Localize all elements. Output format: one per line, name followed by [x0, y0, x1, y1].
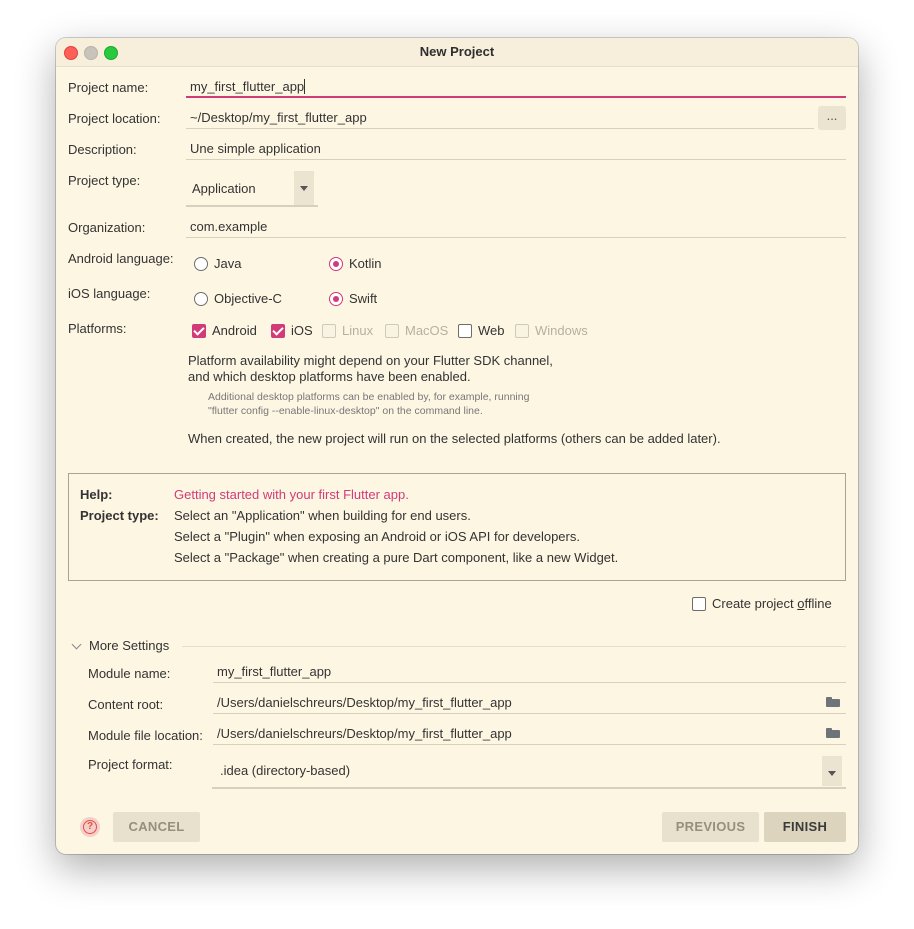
- radio-objective-c[interactable]: [194, 292, 208, 306]
- dropdown-arrow-icon[interactable]: [294, 171, 314, 205]
- description-input[interactable]: Une simple application: [186, 138, 846, 160]
- checkbox-web-label: Web: [478, 323, 505, 338]
- project-format-select[interactable]: .idea (directory-based): [212, 753, 846, 789]
- project-name-value: my_first_flutter_app: [190, 79, 305, 94]
- help-panel: Help: Getting started with your first Fl…: [68, 473, 846, 581]
- platforms-label: Platforms:: [68, 321, 127, 336]
- checkbox-windows-label: Windows: [535, 323, 588, 338]
- checkbox-linux: [322, 324, 336, 338]
- cancel-button[interactable]: CANCEL: [113, 812, 200, 842]
- checkbox-android[interactable]: [192, 324, 206, 338]
- android-language-label: Android language:: [68, 251, 174, 266]
- help-project-type-label: Project type:: [80, 508, 159, 523]
- more-settings-toggle[interactable]: More Settings: [89, 638, 169, 653]
- radio-kotlin-label: Kotlin: [349, 256, 382, 271]
- help-getting-started-link[interactable]: Getting started with your first Flutter …: [174, 487, 409, 502]
- more-settings-divider: [182, 646, 846, 647]
- platform-note-line2: and which desktop platforms have been en…: [188, 369, 471, 384]
- radio-swift[interactable]: [329, 292, 343, 306]
- create-offline-checkbox[interactable]: [692, 597, 706, 611]
- chevron-down-icon[interactable]: [71, 639, 82, 650]
- module-file-location-input[interactable]: /Users/danielschreurs/Desktop/my_first_f…: [213, 723, 846, 745]
- radio-java-label: Java: [214, 256, 242, 271]
- folder-icon[interactable]: [826, 697, 840, 707]
- project-format-label: Project format:: [88, 757, 173, 772]
- checkbox-ios-label: iOS: [291, 323, 313, 338]
- help-line-package: Select a "Package" when creating a pure …: [174, 550, 619, 565]
- help-label: Help:: [80, 487, 113, 502]
- module-name-input[interactable]: my_first_flutter_app: [213, 661, 846, 683]
- radio-objective-c-label: Objective-C: [214, 291, 282, 306]
- platform-small-note-line2: "flutter config --enable-linux-desktop" …: [208, 405, 483, 417]
- content-root-input[interactable]: /Users/danielschreurs/Desktop/my_first_f…: [213, 692, 846, 714]
- checkbox-android-label: Android: [212, 323, 257, 338]
- title-bar: New Project: [56, 38, 858, 67]
- project-name-label: Project name:: [68, 80, 149, 95]
- help-line-application: Select an "Application" when building fo…: [174, 508, 471, 523]
- project-type-select[interactable]: Application: [186, 171, 318, 207]
- checkbox-macos-label: MacOS: [405, 323, 449, 338]
- project-location-input[interactable]: ~/Desktop/my_first_flutter_app: [186, 107, 814, 129]
- radio-java[interactable]: [194, 257, 208, 271]
- ios-language-label: iOS language:: [68, 286, 151, 301]
- radio-kotlin[interactable]: [329, 257, 343, 271]
- project-location-label: Project location:: [68, 111, 161, 126]
- browse-location-button[interactable]: ...: [818, 106, 846, 130]
- module-name-label: Module name:: [88, 666, 171, 681]
- window-title: New Project: [419, 44, 495, 59]
- radio-swift-label: Swift: [349, 291, 378, 306]
- new-project-dialog: New Project Project name: my_first_flutt…: [56, 38, 858, 854]
- checkbox-windows: [515, 324, 529, 338]
- dropdown-arrow-icon[interactable]: [822, 756, 842, 786]
- previous-button[interactable]: PREVIOUS: [662, 812, 759, 842]
- help-line-plugin: Select a "Plugin" when exposing an Andro…: [174, 529, 580, 544]
- description-label: Description:: [68, 142, 137, 157]
- checkbox-ios[interactable]: [271, 324, 285, 338]
- checkbox-web[interactable]: [458, 324, 472, 338]
- project-name-input[interactable]: my_first_flutter_app: [186, 76, 846, 98]
- module-file-location-label: Module file location:: [88, 728, 203, 743]
- project-type-value: Application: [192, 181, 256, 196]
- organization-label: Organization:: [68, 220, 146, 235]
- project-type-label: Project type:: [68, 173, 141, 188]
- finish-button[interactable]: FINISH: [764, 812, 846, 842]
- help-icon: ?: [83, 820, 97, 834]
- checkbox-linux-label: Linux: [342, 323, 374, 338]
- content-root-label: Content root:: [88, 697, 164, 712]
- platform-small-note-line1: Additional desktop platforms can be enab…: [208, 391, 530, 403]
- platform-note-line1: Platform availability might depend on yo…: [188, 353, 553, 368]
- help-button[interactable]: ?: [80, 817, 100, 837]
- organization-input[interactable]: com.example: [186, 216, 846, 238]
- folder-icon[interactable]: [826, 728, 840, 738]
- platform-created-note: When created, the new project will run o…: [188, 431, 721, 446]
- checkbox-macos: [385, 324, 399, 338]
- project-format-value: .idea (directory-based): [220, 763, 351, 778]
- create-offline-label: Create project offline: [712, 596, 832, 611]
